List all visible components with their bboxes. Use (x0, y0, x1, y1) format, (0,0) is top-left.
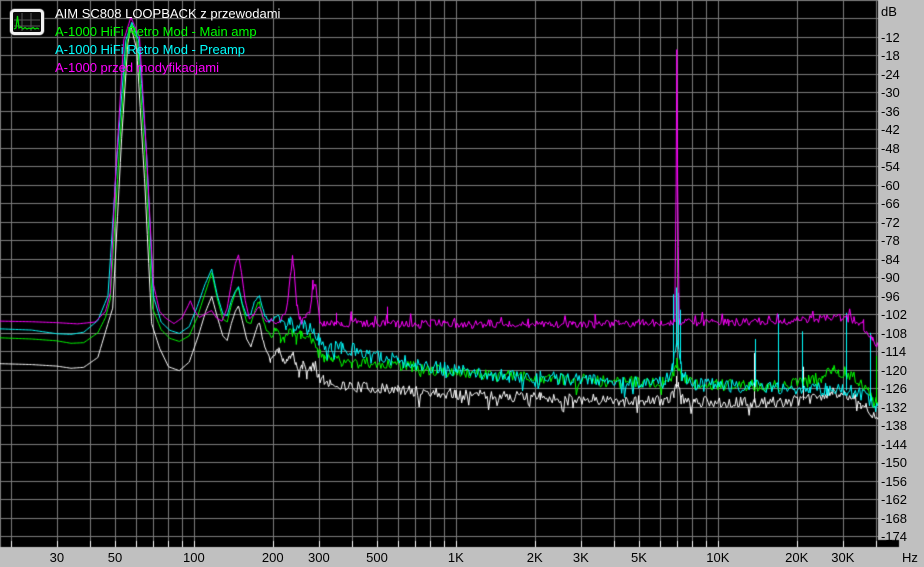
x-axis-label: 1K (447, 550, 464, 565)
y-axis-label: -114 (881, 344, 907, 360)
x-axis-label: 20K (785, 550, 809, 565)
x-unit-label: Hz (902, 550, 918, 565)
x-axis-label: 3K (572, 550, 589, 565)
x-axis-label: 30 (49, 550, 65, 565)
x-axis-label: 50 (107, 550, 123, 565)
x-axis-label: 5K (631, 550, 647, 565)
y-axis-label: -120 (881, 362, 908, 378)
y-axis-label: -96 (881, 288, 900, 304)
x-axis-label: 2K (526, 550, 543, 565)
x-axis-label: 200 (261, 550, 284, 565)
y-axis-label: -144 (881, 436, 908, 452)
y-axis-label: -66 (881, 196, 900, 212)
legend-item-1: AIM SC808 LOOPBACK z przewodami (55, 6, 281, 21)
legend-item-4: A-1000 przed modyfikacjami (55, 60, 220, 75)
y-axis-label: -36 (881, 103, 900, 119)
x-axis-label: 30K (831, 550, 855, 565)
spectrum-analyzer-window: -12 -18 -24 -30 -36 -42 -48 -54 -60 -66 -72 -78 -84 -… (0, 0, 924, 567)
legend-item-3: A-1000 HiFi Retro Mod - Preamp (55, 42, 246, 57)
y-axis-label: -174 (881, 529, 908, 545)
y-axis-label: -156 (881, 473, 908, 489)
y-axis-label: -108 (881, 325, 908, 341)
y-axis-label: -30 (881, 85, 900, 101)
y-axis-label: -78 (881, 233, 900, 249)
y-unit-label: dB (881, 4, 897, 19)
legend: AIM SC808 LOOPBACK z przewodami A-1000 Hi… (8, 5, 280, 77)
y-axis-label: -72 (881, 214, 900, 230)
y-axis-label: -162 (881, 492, 908, 508)
x-axis-label: 300 (308, 550, 330, 565)
y-axis-label: -150 (881, 455, 908, 471)
spectrum-thumbnail-icon[interactable] (8, 7, 46, 42)
y-axis-label: -168 (881, 510, 908, 526)
y-axis-label: -132 (881, 399, 908, 415)
y-axis-label: -102 (881, 307, 908, 323)
y-axis-label: -24 (881, 66, 900, 82)
spectrum-canvas (0, 0, 924, 567)
x-axis-label: 100 (183, 550, 205, 565)
y-axis-label: -12 (881, 29, 900, 45)
y-axis-label: -54 (881, 159, 900, 175)
y-axis-label: -18 (881, 48, 900, 64)
legend-item-2: A-1000 HiFi Retro Mod - Main amp (55, 24, 257, 39)
y-axis-label: -42 (881, 122, 900, 138)
y-axis-label: -48 (881, 140, 900, 156)
x-axis-label: 500 (366, 550, 388, 565)
y-axis-label: -138 (881, 418, 908, 434)
y-axis-label: -126 (881, 381, 908, 397)
x-axis-label: 10K (706, 550, 730, 565)
y-axis-label: -90 (881, 270, 900, 286)
y-axis-label: -60 (881, 177, 900, 193)
y-axis-label: -84 (881, 251, 900, 267)
